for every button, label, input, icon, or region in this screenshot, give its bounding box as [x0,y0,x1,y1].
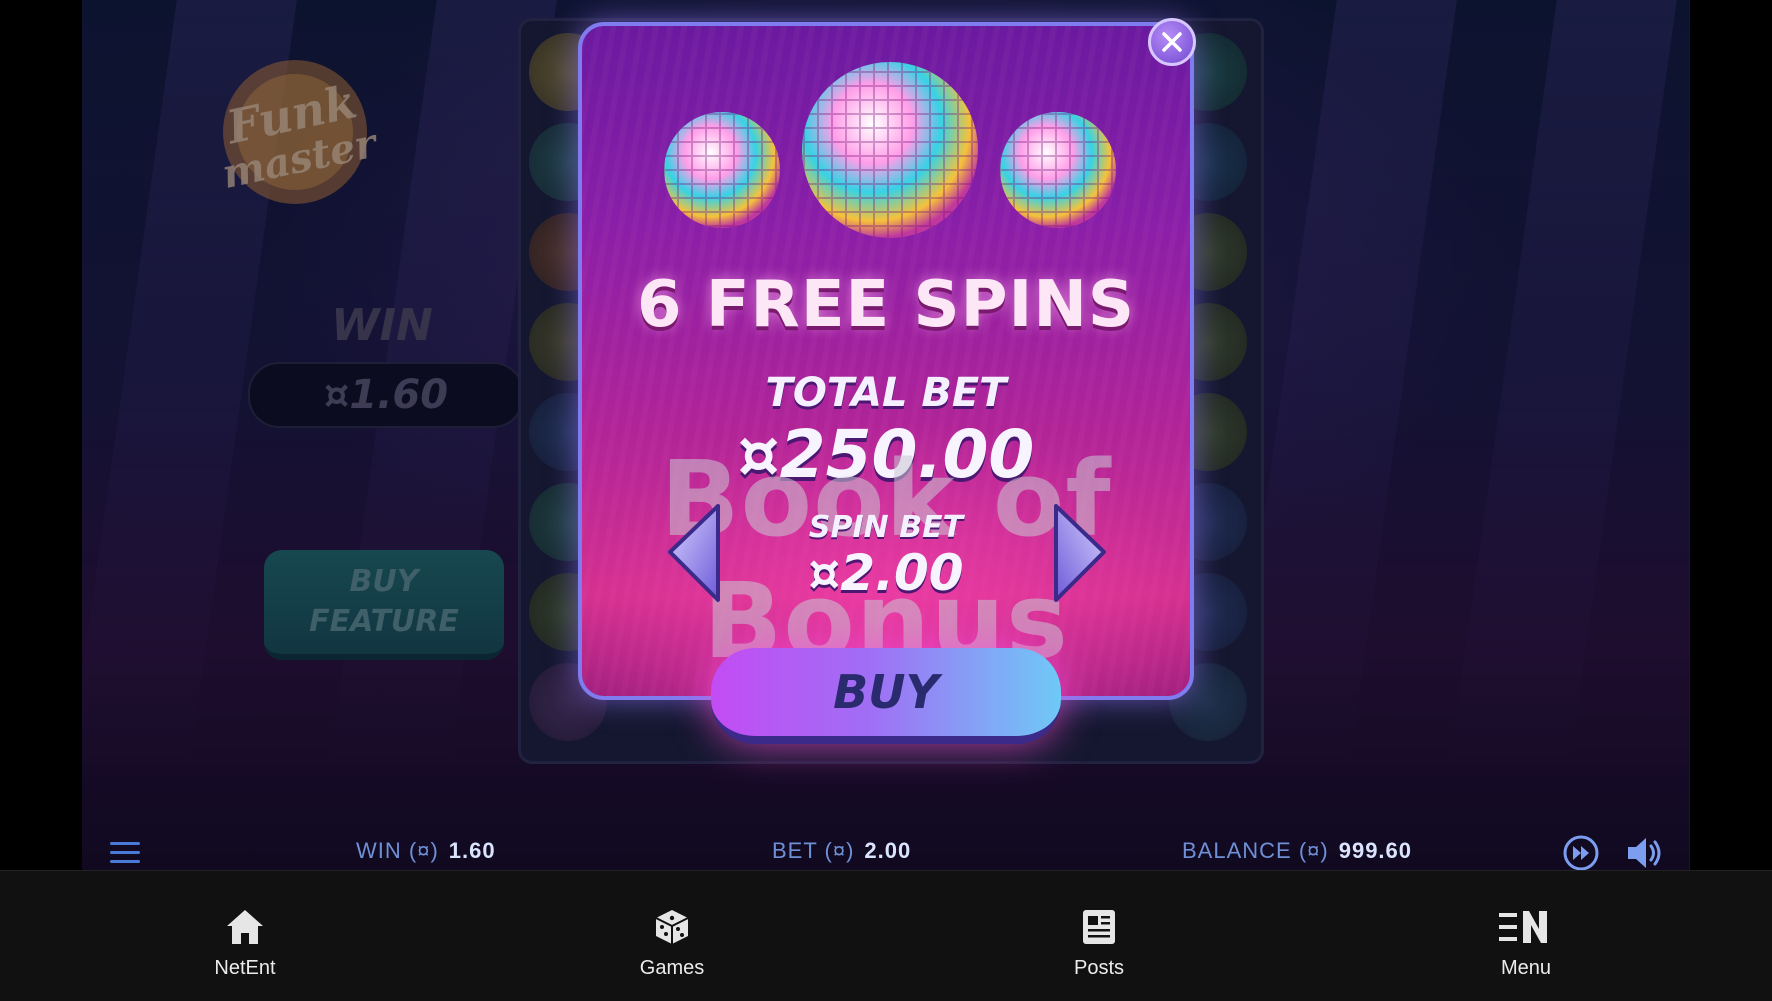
increase-bet-button[interactable] [1048,500,1112,606]
fast-forward-icon [1563,835,1599,871]
speaker-icon [1628,838,1661,868]
status-win-label: WIN (¤) [356,838,439,863]
disco-ball-icon [650,58,1130,248]
status-bet-value: 2.00 [864,838,912,863]
arrow-left-icon [668,504,720,602]
status-balance: BALANCE (¤) 999.60 [1182,838,1412,864]
hamburger-menu-icon[interactable] [110,842,140,864]
nav-item-label: Menu [1500,957,1552,979]
sound-toggle-button[interactable] [1624,834,1664,872]
home-icon [227,910,263,944]
menu-brand-icon [1499,911,1547,943]
status-balance-value: 999.60 [1338,838,1413,863]
nav-item-label: NetEnt [214,957,276,979]
nav-item-label: Posts [1073,957,1125,979]
nav-item-games[interactable]: Games [602,907,742,980]
status-win-value: 1.60 [448,838,496,863]
close-icon [1162,32,1182,52]
side-strip [1689,0,1772,870]
nav-item-netent[interactable]: NetEnt [175,907,315,980]
game-status-bar: WIN (¤) 1.60 BET (¤) 2.00 BALANCE (¤) 999.6… [82,830,1689,874]
fast-forward-button[interactable] [1562,834,1600,872]
app-bottom-nav: NetEnt Games Posts Menu [0,870,1772,1001]
arrow-right-icon [1054,504,1106,602]
nav-item-label: Games [639,957,705,979]
nav-item-posts[interactable]: Posts [1029,907,1169,980]
status-bet-label: BET (¤) [772,838,855,863]
dice-icon [655,910,689,944]
newspaper-icon [1083,910,1115,944]
buy-button[interactable]: BUY [711,648,1061,744]
status-balance-label: BALANCE (¤) [1182,838,1329,863]
status-win: WIN (¤) 1.60 [356,838,496,864]
free-spins-title: 6 FREE SPINS [637,268,1135,342]
total-bet-label: TOTAL BET [765,370,1007,416]
close-dialog-button[interactable] [1148,18,1196,66]
nav-item-menu[interactable]: Menu [1456,907,1596,980]
status-bet: BET (¤) 2.00 [772,838,911,864]
decrease-bet-button[interactable] [662,500,726,606]
